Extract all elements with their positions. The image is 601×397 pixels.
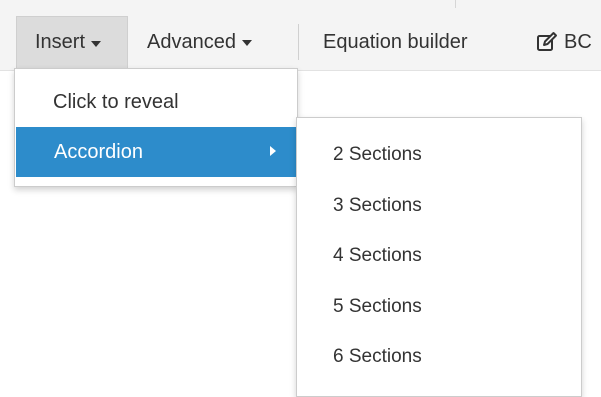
- advanced-label: Advanced: [147, 30, 236, 53]
- chevron-right-icon: [270, 146, 276, 156]
- submenu-item-4-sections[interactable]: 4 Sections: [297, 231, 581, 282]
- menu-item-label: Accordion: [54, 140, 143, 163]
- accordion-submenu: 2 Sections 3 Sections 4 Sections 5 Secti…: [296, 117, 582, 397]
- toolbar-divider: [455, 0, 456, 8]
- chevron-down-icon: [241, 40, 252, 46]
- menu-item-click-to-reveal[interactable]: Click to reveal: [15, 77, 297, 127]
- bc-button[interactable]: BC: [524, 16, 601, 68]
- equation-builder-button[interactable]: Equation builder: [309, 16, 509, 68]
- submenu-item-label: 4 Sections: [333, 245, 422, 267]
- insert-label: Insert: [35, 31, 86, 53]
- equation-label: Equation builder: [323, 30, 468, 53]
- submenu-item-5-sections[interactable]: 5 Sections: [297, 282, 581, 333]
- bc-label: BC: [564, 30, 592, 53]
- advanced-menu-button[interactable]: Advanced: [133, 16, 293, 68]
- submenu-item-label: 2 Sections: [333, 144, 422, 166]
- editor-toolbar: Insert Advanced Equation builder BC: [0, 0, 601, 71]
- insert-dropdown-menu: Click to reveal Accordion: [14, 68, 298, 187]
- submenu-item-2-sections[interactable]: 2 Sections: [297, 130, 581, 181]
- insert-menu-button[interactable]: Insert: [16, 16, 128, 68]
- submenu-item-3-sections[interactable]: 3 Sections: [297, 181, 581, 232]
- toolbar-separator: [298, 24, 299, 60]
- submenu-item-label: 5 Sections: [333, 295, 422, 317]
- edit-icon: [536, 31, 558, 53]
- menu-item-label: Click to reveal: [53, 90, 179, 113]
- menu-item-accordion[interactable]: Accordion: [16, 127, 296, 177]
- chevron-down-icon: [91, 40, 102, 47]
- submenu-item-label: 6 Sections: [333, 346, 422, 368]
- submenu-item-label: 3 Sections: [333, 194, 422, 216]
- submenu-item-6-sections[interactable]: 6 Sections: [297, 332, 581, 383]
